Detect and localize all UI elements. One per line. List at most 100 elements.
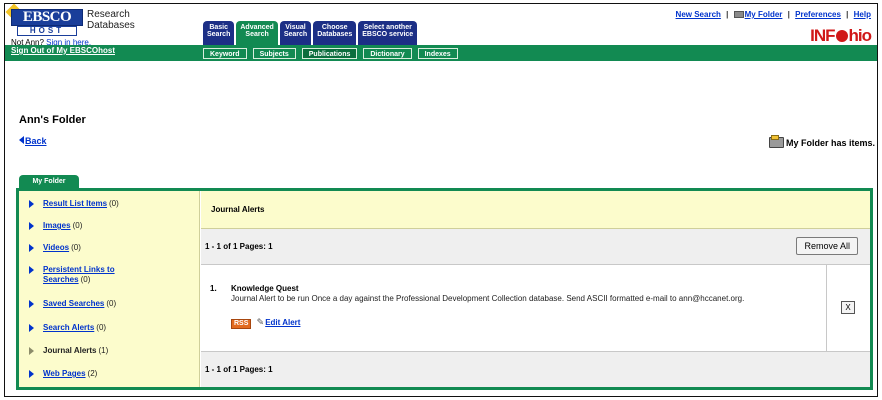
item-actions: RSS ✎Edit Alert <box>231 317 300 329</box>
separator: | <box>787 10 790 19</box>
tab-visual-search[interactable]: Visual Search <box>279 21 312 45</box>
new-search-link[interactable]: New Search <box>676 10 721 19</box>
folder-sidebar: Result List Items (0) Images (0) Videos (0)… <box>19 191 200 387</box>
sidebar-item-count: (0) <box>71 243 81 252</box>
help-link[interactable]: Help <box>854 10 871 19</box>
sidebar-item-label[interactable]: Search Alerts <box>43 323 94 332</box>
tab-advanced-search[interactable]: Advanced Search <box>236 21 278 45</box>
top-links: New Search | My Folder | Preferences | H… <box>676 10 871 19</box>
folder-icon <box>733 11 744 18</box>
partner-logo-mark <box>835 30 848 42</box>
back-label: Back <box>25 136 47 146</box>
remove-all-button[interactable]: Remove All <box>796 237 858 255</box>
pencil-icon: ✎ <box>256 317 265 327</box>
sidebar-item-count: (1) <box>98 346 109 355</box>
sub-tabs: Keyword Subjects Publications Dictionary… <box>203 48 458 59</box>
item-number: 1. <box>210 284 217 293</box>
sidebar-item-count: (0) <box>72 221 83 230</box>
sidebar-item-count: (0) <box>106 299 117 308</box>
product-line-2: Databases <box>87 20 135 31</box>
subtab-indexes[interactable]: Indexes <box>417 48 458 59</box>
tab-label: Select another <box>363 24 412 31</box>
subtab-subjects[interactable]: Subjects <box>252 48 296 59</box>
tab-label: Search <box>207 31 231 38</box>
pager-bottom: 1 - 1 of 1 Pages: 1 <box>201 352 870 387</box>
sidebar-item-images[interactable]: Images (0) <box>29 221 82 231</box>
separator: | <box>726 10 729 19</box>
sidebar-item-saved-searches[interactable]: Saved Searches (0) <box>29 299 116 309</box>
arrow-right-icon <box>29 324 34 332</box>
item-description: Journal Alert to be run Once a day again… <box>231 294 745 303</box>
delete-item-button[interactable]: X <box>841 301 855 314</box>
preferences-link[interactable]: Preferences <box>795 10 841 19</box>
browser-page: EBSCO HOST Research Databases Not Ann? S… <box>4 3 878 397</box>
pager-top: 1 - 1 of 1 Pages: 1 Remove All <box>201 229 870 265</box>
tab-label: Search <box>283 31 308 38</box>
arrow-right-icon <box>29 300 34 308</box>
list-item: 1. Knowledge Quest Journal Alert to be r… <box>201 265 870 352</box>
tab-label: Basic <box>209 24 229 31</box>
delete-cell: X <box>826 265 870 351</box>
partner-logo-part2: hio <box>848 26 872 45</box>
tab-label: Search <box>245 31 269 38</box>
back-link[interactable]: Back <box>19 136 47 146</box>
sidebar-item-result-list[interactable]: Result List Items (0) <box>29 199 119 209</box>
ebsco-host-logo[interactable]: EBSCO HOST <box>5 4 83 37</box>
page-title: Ann's Folder <box>19 114 86 126</box>
sidebar-item-label[interactable]: Images <box>43 221 71 230</box>
arrow-right-icon <box>29 370 34 378</box>
sidebar-item-count: (0) <box>80 275 91 284</box>
folder-status: My Folder has items. <box>768 135 875 148</box>
search-tabs: Basic Search Advanced Search Visual Sear… <box>203 21 418 45</box>
tab-choose-databases[interactable]: Choose Databases <box>313 21 357 45</box>
sidebar-item-label[interactable]: Result List Items <box>43 199 107 208</box>
sidebar-item-web-pages[interactable]: Web Pages (2) <box>29 369 97 379</box>
tab-label: Choose <box>321 24 348 31</box>
folder-content: Journal Alerts 1 - 1 of 1 Pages: 1 Remov… <box>201 191 870 387</box>
folder-panel: Result List Items (0) Images (0) Videos (0)… <box>16 188 873 390</box>
sidebar-item-videos[interactable]: Videos (0) <box>29 243 81 253</box>
sidebar-item-count: (0) <box>109 199 119 208</box>
section-title: Journal Alerts <box>201 191 870 229</box>
arrow-right-icon <box>29 200 34 208</box>
sidebar-item-label[interactable]: Videos <box>43 243 69 252</box>
logo-subtext: HOST <box>17 26 77 36</box>
sidebar-item-label[interactable]: Persistent Links to Searches <box>43 265 115 284</box>
sidebar-item-label: Journal Alerts <box>43 346 97 355</box>
product-line-1: Research <box>87 9 130 20</box>
tab-label: Visual <box>285 24 306 31</box>
sidebar-item-search-alerts[interactable]: Search Alerts (0) <box>29 323 106 333</box>
arrow-right-icon <box>29 266 34 274</box>
tab-label: Advanced <box>240 24 274 31</box>
arrow-right-icon <box>29 222 34 230</box>
subtab-publications[interactable]: Publications <box>301 48 358 59</box>
back-arrow-icon <box>19 136 24 144</box>
item-title: Knowledge Quest <box>231 284 299 293</box>
partner-logo-part1: INF <box>810 26 835 45</box>
sidebar-item-count: (2) <box>87 369 98 378</box>
sidebar-item-label[interactable]: Saved Searches <box>43 299 104 308</box>
my-folder-tab[interactable]: My Folder <box>19 175 79 188</box>
separator: | <box>846 10 849 19</box>
tab-label: EBSCO service <box>362 31 414 38</box>
tab-select-service[interactable]: Select another EBSCO service <box>358 21 418 45</box>
folder-status-text: My Folder has items. <box>785 138 875 148</box>
arrow-right-icon <box>29 347 34 355</box>
infohio-logo: INF hio <box>810 26 872 46</box>
my-folder-link[interactable]: My Folder <box>745 10 783 19</box>
rss-icon[interactable]: RSS <box>231 319 252 329</box>
tab-label: Databases <box>317 31 353 38</box>
tab-basic-search[interactable]: Basic Search <box>203 21 235 45</box>
folder-full-icon <box>768 135 784 148</box>
edit-alert-link[interactable]: Edit Alert <box>265 318 300 327</box>
sidebar-item-label[interactable]: Web Pages <box>43 369 86 378</box>
arrow-right-icon <box>29 244 34 252</box>
subtab-dictionary[interactable]: Dictionary <box>363 48 412 59</box>
sign-out-link[interactable]: Sign Out of My EBSCOhost <box>11 46 115 55</box>
product-name: Research Databases <box>87 9 135 31</box>
sidebar-item-persistent-links[interactable]: Persistent Links to Searches (0) <box>29 265 149 285</box>
sidebar-item-count: (0) <box>96 323 107 332</box>
pager-text: 1 - 1 of 1 Pages: 1 <box>205 242 273 251</box>
sidebar-item-journal-alerts: Journal Alerts (1) <box>29 346 108 356</box>
subtab-keyword[interactable]: Keyword <box>203 48 247 59</box>
